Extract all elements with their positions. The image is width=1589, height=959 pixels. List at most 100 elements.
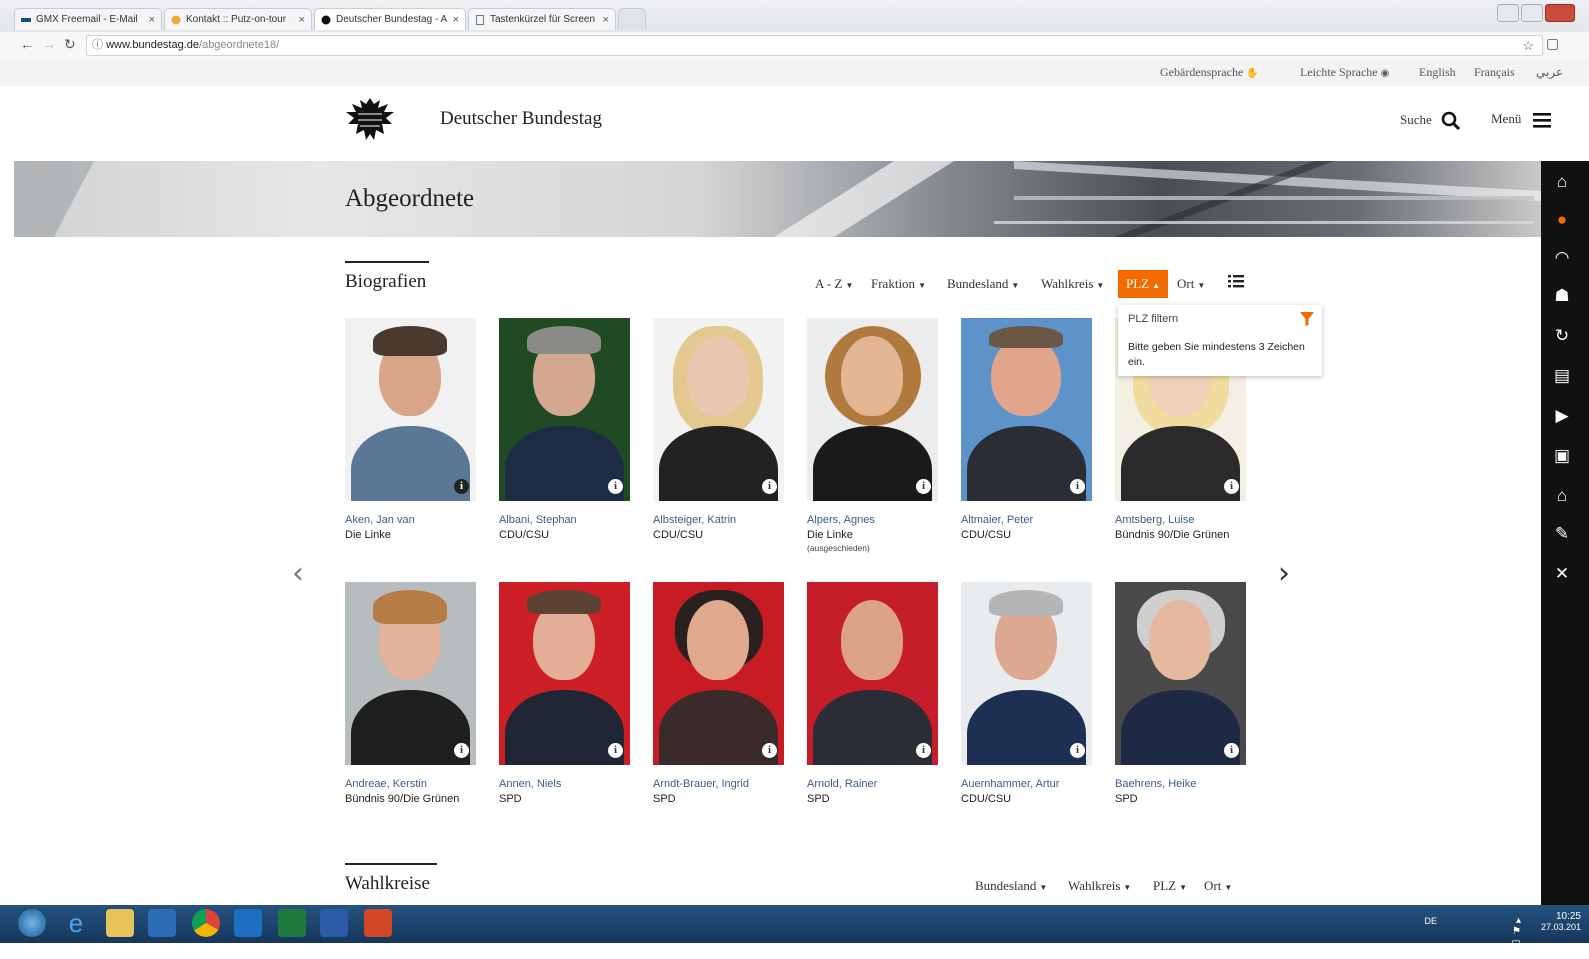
member-card[interactable]: i Auernhammer, Artur CDU/CSU xyxy=(961,582,1092,807)
member-card[interactable]: i Annen, Niels SPD xyxy=(499,582,630,807)
media-icon[interactable]: ▣ xyxy=(1549,445,1575,467)
member-card[interactable]: i Arndt-Brauer, Ingrid SPD xyxy=(653,582,784,807)
info-icon[interactable]: i xyxy=(916,743,931,758)
tab-close-icon[interactable]: × xyxy=(149,14,155,26)
internet-explorer-icon[interactable]: e xyxy=(62,909,90,937)
member-name[interactable]: Auernhammer, Artur xyxy=(961,777,1092,791)
clock-date[interactable]: 27.03.201 xyxy=(1541,922,1581,932)
member-card[interactable]: i Alpers, Agnes Die Linke (ausgeschieden… xyxy=(807,318,938,553)
member-name[interactable]: Altmaier, Peter xyxy=(961,513,1092,527)
member-photo[interactable]: i xyxy=(345,318,476,501)
member-name[interactable]: Amtsberg, Luise xyxy=(1115,513,1246,527)
browser-tab-tastenkuerzel[interactable]: Tastenkürzel für Screen × xyxy=(468,8,616,30)
forward-arrow-icon[interactable]: → xyxy=(42,36,56,52)
member-photo[interactable]: i xyxy=(653,582,784,765)
member-card[interactable]: i Arnold, Rainer SPD xyxy=(807,582,938,807)
plz-filter-input[interactable] xyxy=(1128,313,1308,325)
member-name[interactable]: Aken, Jan van xyxy=(345,513,476,527)
filter-funnel-icon[interactable] xyxy=(1300,311,1314,327)
member-photo[interactable]: i xyxy=(807,582,938,765)
member-card[interactable]: i Altmaier, Peter CDU/CSU xyxy=(961,318,1092,543)
member-card[interactable]: i Baehrens, Heike SPD xyxy=(1115,582,1246,807)
easy-language-link[interactable]: Leichte Sprache ◉ xyxy=(1300,65,1389,80)
refresh-icon[interactable]: ↻ xyxy=(1549,325,1575,347)
address-bar[interactable]: ⓘ www.bundestag.de/abgeordnete18/ ☆ xyxy=(86,35,1543,56)
wk-filter-ort[interactable]: Ort ▼ xyxy=(1204,878,1232,894)
member-photo[interactable]: i xyxy=(961,582,1092,765)
info-icon[interactable]: i xyxy=(762,743,777,758)
filter-az[interactable]: A - Z ▼ xyxy=(815,276,853,292)
federal-eagle-logo-icon[interactable] xyxy=(344,94,396,142)
plenary-icon[interactable]: ◠ xyxy=(1549,247,1575,269)
filter-ort[interactable]: Ort ▼ xyxy=(1177,276,1205,292)
committee-icon[interactable]: ☗ xyxy=(1549,285,1575,307)
home-icon[interactable]: ⌂ xyxy=(1549,171,1575,193)
info-icon[interactable]: i xyxy=(454,743,469,758)
building-icon[interactable]: ⌂ xyxy=(1549,485,1575,507)
page-info-icon[interactable]: ⓘ xyxy=(92,39,103,51)
member-photo[interactable]: i xyxy=(807,318,938,501)
globe-icon[interactable]: ✕ xyxy=(1549,563,1575,585)
media-player-icon[interactable] xyxy=(148,909,176,937)
filter-fraktion[interactable]: Fraktion ▼ xyxy=(871,276,926,292)
minimize-button[interactable] xyxy=(1497,4,1519,22)
member-photo[interactable]: i xyxy=(345,582,476,765)
info-icon[interactable]: i xyxy=(1070,743,1085,758)
filter-plz[interactable]: PLZ ▲ xyxy=(1118,270,1169,298)
member-name[interactable]: Arndt-Brauer, Ingrid xyxy=(653,777,784,791)
french-link[interactable]: Français xyxy=(1474,65,1515,80)
edit-icon[interactable]: ✎ xyxy=(1549,523,1575,545)
arabic-link[interactable]: عربي xyxy=(1536,65,1563,80)
member-card[interactable]: i Albsteiger, Katrin CDU/CSU xyxy=(653,318,784,543)
member-photo[interactable]: i xyxy=(499,582,630,765)
reload-icon[interactable]: ↻ xyxy=(64,36,76,53)
site-title[interactable]: Deutscher Bundestag xyxy=(440,108,602,130)
outlook-icon[interactable] xyxy=(234,909,262,937)
info-icon[interactable]: i xyxy=(762,479,777,494)
member-name[interactable]: Arnold, Rainer xyxy=(807,777,938,791)
member-name[interactable]: Albsteiger, Katrin xyxy=(653,513,784,527)
menu-button[interactable]: Menü xyxy=(1491,111,1551,128)
browser-tab-gmx[interactable]: GMX Freemail - E-Mail × xyxy=(14,8,162,30)
extension-icon[interactable]: ▢ xyxy=(1546,35,1559,52)
list-view-toggle[interactable] xyxy=(1228,274,1244,292)
tray-icons[interactable]: ▴ ⚑ ▭ ◀) xyxy=(1510,915,1521,959)
wk-filter-bundesland[interactable]: Bundesland ▼ xyxy=(975,878,1047,894)
carousel-prev-arrow-icon[interactable]: ‹ xyxy=(292,556,304,591)
member-photo[interactable]: i xyxy=(653,318,784,501)
tab-close-icon[interactable]: × xyxy=(603,14,609,26)
star-icon[interactable]: ☆ xyxy=(1522,36,1534,55)
member-name[interactable]: Alpers, Agnes xyxy=(807,513,938,527)
maximize-button[interactable] xyxy=(1521,4,1543,22)
play-icon[interactable]: ▶ xyxy=(1549,405,1575,427)
browser-tab-bundestag[interactable]: Deutscher Bundestag - A × xyxy=(314,8,466,30)
member-photo[interactable]: i xyxy=(1115,582,1246,765)
member-photo[interactable]: i xyxy=(499,318,630,501)
back-arrow-icon[interactable]: ← xyxy=(20,36,34,52)
member-card[interactable]: i Aken, Jan van Die Linke xyxy=(345,318,476,543)
member-name[interactable]: Baehrens, Heike xyxy=(1115,777,1246,791)
powerpoint-icon[interactable] xyxy=(364,909,392,937)
info-icon[interactable]: i xyxy=(916,479,931,494)
member-name[interactable]: Annen, Niels xyxy=(499,777,630,791)
info-icon[interactable]: i xyxy=(608,743,623,758)
filter-wahlkreis[interactable]: Wahlkreis ▼ xyxy=(1041,276,1104,292)
info-icon[interactable]: i xyxy=(1224,743,1239,758)
documents-icon[interactable]: ▤ xyxy=(1549,365,1575,387)
info-icon[interactable]: i xyxy=(1070,479,1085,494)
member-card[interactable]: i Andreae, Kerstin Bündnis 90/Die Grünen xyxy=(345,582,476,807)
file-explorer-icon[interactable] xyxy=(106,909,134,937)
member-photo[interactable]: i xyxy=(961,318,1092,501)
english-link[interactable]: English xyxy=(1419,65,1456,80)
member-name[interactable]: Andreae, Kerstin xyxy=(345,777,476,791)
excel-icon[interactable] xyxy=(278,909,306,937)
new-tab-button[interactable] xyxy=(618,8,646,30)
info-icon[interactable]: i xyxy=(454,479,469,494)
clock-time[interactable]: 10:25 xyxy=(1541,911,1581,922)
tab-close-icon[interactable]: × xyxy=(299,14,305,26)
carousel-next-arrow-icon[interactable]: › xyxy=(1278,556,1290,591)
wk-filter-wahlkreis[interactable]: Wahlkreis ▼ xyxy=(1068,878,1131,894)
close-window-button[interactable] xyxy=(1545,4,1575,22)
info-icon[interactable]: i xyxy=(1224,479,1239,494)
browser-tab-kontakt[interactable]: Kontakt :: Putz-on-tour × xyxy=(164,8,312,30)
